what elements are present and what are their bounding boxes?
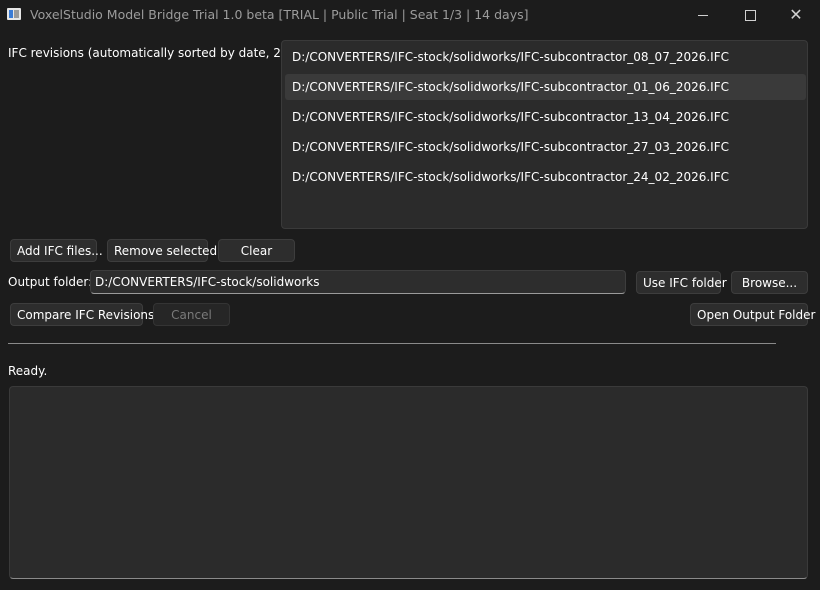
title-bar: VoxelStudio Model Bridge Trial 1.0 beta … <box>0 0 820 30</box>
app-icon <box>7 8 21 20</box>
revision-item[interactable]: D:/CONVERTERS/IFC-stock/solidworks/IFC-s… <box>285 164 806 190</box>
revision-item[interactable]: D:/CONVERTERS/IFC-stock/solidworks/IFC-s… <box>285 104 806 130</box>
compare-ifc-revisions-button[interactable]: Compare IFC Revisions <box>10 303 154 326</box>
open-output-folder-button[interactable]: Open Output Folder <box>690 303 815 326</box>
minimize-button[interactable] <box>680 0 726 30</box>
revisions-list[interactable]: D:/CONVERTERS/IFC-stock/solidworks/IFC-s… <box>281 40 808 229</box>
output-folder-input[interactable]: D:/CONVERTERS/IFC-stock/solidworks <box>90 270 626 294</box>
browse-button[interactable]: Browse... <box>731 271 808 294</box>
clear-button[interactable]: Clear <box>218 239 295 262</box>
output-folder-label: Output folder: <box>8 275 93 289</box>
revision-item[interactable]: D:/CONVERTERS/IFC-stock/solidworks/IFC-s… <box>285 44 806 70</box>
close-icon: ✕ <box>789 5 803 24</box>
close-button[interactable]: ✕ <box>773 0 819 30</box>
remove-selected-button[interactable]: Remove selected <box>107 239 217 262</box>
use-ifc-folder-button[interactable]: Use IFC folder <box>636 271 727 294</box>
revision-item[interactable]: D:/CONVERTERS/IFC-stock/solidworks/IFC-s… <box>285 134 806 160</box>
window-title: VoxelStudio Model Bridge Trial 1.0 beta … <box>30 7 529 22</box>
revisions-label: IFC revisions (automatically sorted by d… <box>8 46 319 60</box>
maximize-icon <box>744 10 756 21</box>
cancel-button: Cancel <box>153 303 230 326</box>
minimize-icon <box>698 15 708 16</box>
add-ifc-files-button[interactable]: Add IFC files... <box>10 239 103 262</box>
progress-bar <box>8 343 776 344</box>
revision-item-selected[interactable]: D:/CONVERTERS/IFC-stock/solidworks/IFC-s… <box>285 74 806 100</box>
status-text: Ready. <box>8 364 48 378</box>
log-output[interactable] <box>9 386 808 579</box>
maximize-button[interactable] <box>727 0 773 30</box>
